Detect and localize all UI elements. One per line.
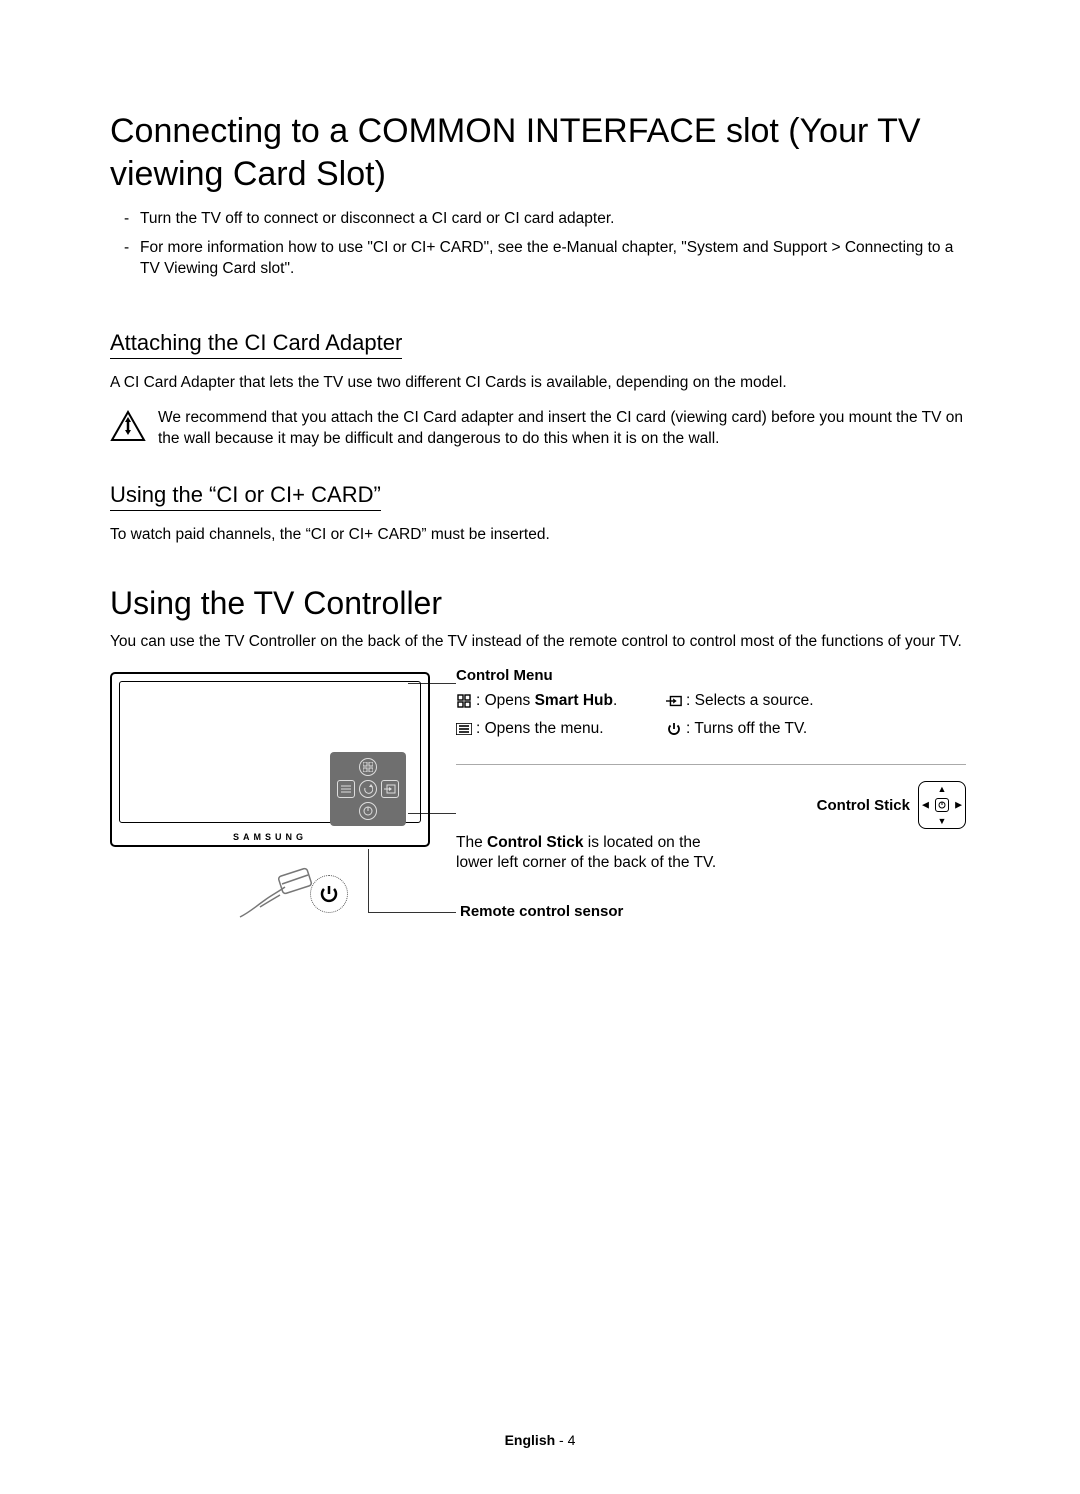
text: : Turns off the TV. [686,720,807,738]
control-stick-title: Control Stick [817,797,910,814]
attach-adapter-text: A CI Card Adapter that lets the TV use t… [110,373,970,394]
smart-hub-icon [359,758,377,776]
menu-icon [456,722,472,736]
subheading-attach-adapter: Attaching the CI Card Adapter [110,330,402,359]
remote-sensor-label: Remote control sensor [460,903,623,920]
power-icon [359,802,377,820]
control-menu-grid: : Opens Smart Hub. : Selects a source. :… [456,692,966,738]
tv-controller-diagram: SAMSUNG [110,667,970,937]
control-menu-title: Control Menu [456,667,966,684]
control-stick-directional-icon: ▲ ▼ ◀ ▶ [918,781,966,829]
power-icon [666,722,682,736]
text: : Selects a source. [686,692,814,710]
leader-line [368,912,456,913]
tv-brand-label: SAMSUNG [112,832,428,842]
text: The [456,834,487,851]
warning-text: We recommend that you attach the CI Card… [158,408,970,450]
tv-controller-intro: You can use the TV Controller on the bac… [110,632,970,653]
page-footer: English - 4 [0,1432,1080,1448]
return-icon [359,780,377,798]
divider [456,764,966,765]
control-menu-item-menu: : Opens the menu. [456,720,656,738]
chevron-up-icon: ▲ [938,784,947,794]
footer-page-number: 4 [568,1432,576,1448]
ci-note-2: For more information how to use "CI or C… [110,238,970,280]
remote-sensor-power-icon [310,875,348,913]
source-icon [666,694,682,708]
text-bold: Smart Hub [535,692,613,709]
chevron-down-icon: ▼ [938,816,947,826]
control-menu-item-smart-hub: : Opens Smart Hub. [456,692,656,710]
control-menu-item-source: : Selects a source. [666,692,856,710]
warning-row: We recommend that you attach the CI Card… [110,408,970,450]
text-bold: Control Stick [487,834,583,851]
power-icon [935,798,949,812]
subheading-using-ci-card: Using the “CI or CI+ CARD” [110,482,381,511]
control-menu-item-power: : Turns off the TV. [666,720,856,738]
text: : Opens the menu. [476,720,604,738]
section-heading-common-interface: Connecting to a COMMON INTERFACE slot (Y… [110,110,970,195]
leader-line [368,849,369,912]
text: is located on the [583,834,700,851]
footer-sep: - [555,1432,567,1448]
onscreen-control-menu [330,752,406,826]
footer-language: English [505,1432,556,1448]
text: lower left corner of the back of the TV. [456,854,966,872]
source-icon [381,780,399,798]
ci-note-1: Turn the TV off to connect or disconnect… [110,209,970,230]
text: . [613,692,617,709]
section-heading-tv-controller: Using the TV Controller [110,585,970,622]
using-ci-card-text: To watch paid channels, the “CI or CI+ C… [110,525,970,546]
chevron-right-icon: ▶ [955,800,962,811]
text: : Opens [476,692,535,709]
smart-hub-icon [456,694,472,708]
control-stick-block: Control Stick ▲ ▼ ◀ ▶ The Control Stick … [456,781,966,872]
ci-notes-list: Turn the TV off to connect or disconnect… [110,209,970,280]
chevron-left-icon: ◀ [922,800,929,811]
menu-icon [337,780,355,798]
warning-icon [110,408,158,447]
